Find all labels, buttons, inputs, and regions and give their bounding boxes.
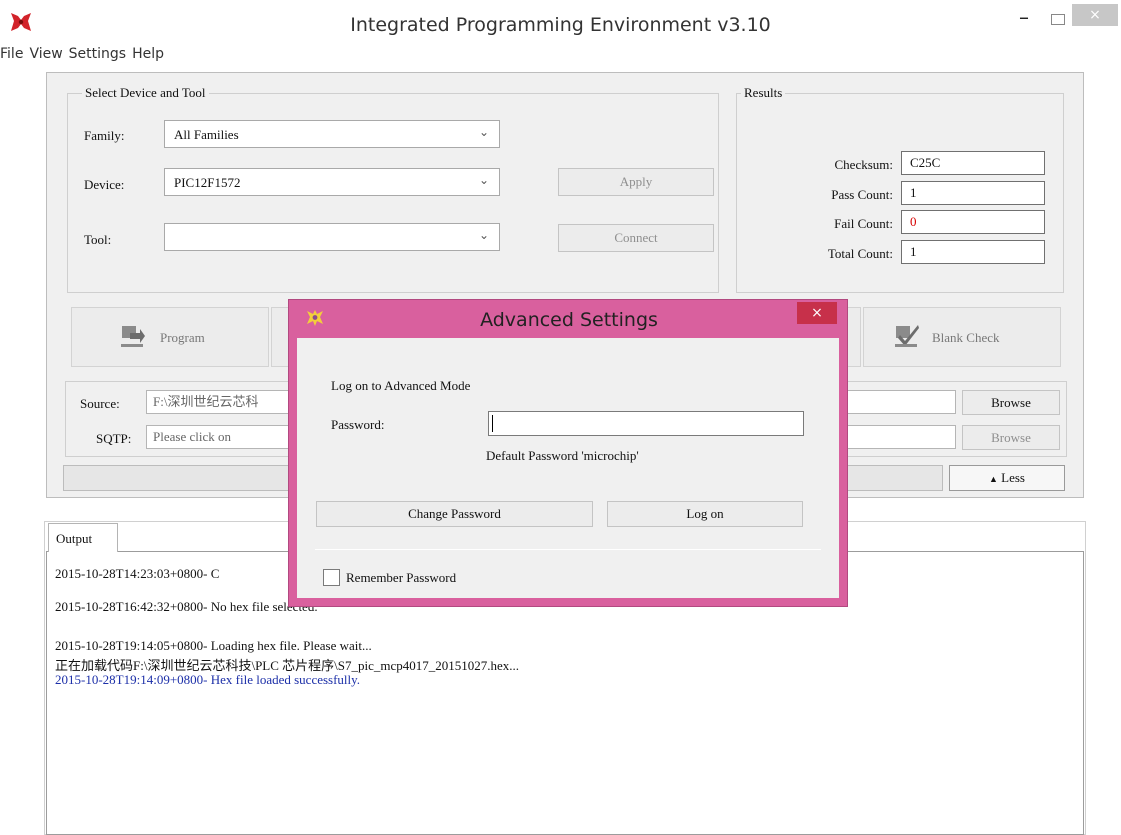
dialog-close-button[interactable]: × — [797, 302, 837, 324]
close-button[interactable]: × — [1072, 4, 1118, 26]
previous-action-button[interactable] — [847, 307, 861, 367]
chevron-down-icon: ⌄ — [478, 173, 489, 187]
menu-settings[interactable]: Settings — [67, 46, 128, 62]
results-group: Results Checksum: C25C Pass Count: 1 Fai… — [736, 85, 1064, 293]
log-line: 2015-10-28T19:14:09+0800- Hex file loade… — [55, 672, 361, 687]
fail-count-label: Fail Count: — [834, 216, 893, 231]
total-count-value: 1 — [901, 240, 1045, 264]
remember-password-label: Remember Password — [346, 570, 457, 585]
dialog-body: Log on to Advanced Mode Password: Defaul… — [297, 338, 839, 598]
pass-count-value: 1 — [901, 181, 1045, 205]
dialog-heading: Log on to Advanced Mode — [331, 378, 471, 393]
program-button[interactable]: Program — [71, 307, 269, 367]
title-bar: Integrated Programming Environment v3.10… — [0, 0, 1121, 44]
log-line: 2015-10-28T19:14:05+0800- Loading hex fi… — [55, 638, 372, 653]
dialog-separator — [315, 549, 821, 550]
device-select[interactable]: PIC12F1572 ⌄ — [164, 168, 500, 196]
advanced-settings-dialog: Advanced Settings × Log on to Advanced M… — [288, 299, 848, 607]
log-line: 2015-10-28T14:23:03+0800- C — [55, 566, 220, 581]
apply-button[interactable]: Apply — [558, 168, 714, 196]
pass-count-label: Pass Count: — [831, 187, 893, 202]
less-button[interactable]: ▲ Less — [949, 465, 1065, 491]
log-on-button[interactable]: Log on — [607, 501, 803, 527]
chevron-up-icon: ▲ — [988, 474, 998, 484]
connect-button[interactable]: Connect — [558, 224, 714, 252]
tool-label: Tool: — [84, 232, 112, 247]
source-label: Source: — [80, 396, 120, 411]
chevron-down-icon: ⌄ — [478, 125, 489, 139]
remember-password-checkbox[interactable] — [323, 569, 340, 586]
sqtp-label: SQTP: — [96, 431, 132, 446]
password-label: Password: — [331, 417, 385, 432]
window-title: Integrated Programming Environment v3.10 — [350, 14, 771, 36]
fail-count-value: 0 — [901, 210, 1045, 234]
blank-check-label: Blank Check — [932, 330, 1000, 345]
results-title: Results — [741, 85, 786, 101]
total-count-label: Total Count: — [827, 246, 893, 261]
menu-bar: File View Settings Help — [0, 46, 168, 68]
device-tool-group: Select Device and Tool Family: All Famil… — [67, 85, 719, 293]
tool-select[interactable]: ⌄ — [164, 223, 500, 251]
menu-help[interactable]: Help — [130, 46, 166, 62]
family-select[interactable]: All Families ⌄ — [164, 120, 500, 148]
change-password-button[interactable]: Change Password — [316, 501, 593, 527]
minimize-button[interactable]: – — [1010, 6, 1038, 32]
family-value: All Families — [174, 127, 239, 142]
blank-check-button[interactable]: Blank Check — [863, 307, 1061, 367]
blank-check-icon — [895, 325, 919, 347]
source-browse-button[interactable]: Browse — [962, 390, 1060, 415]
less-label: Less — [1001, 470, 1025, 485]
dialog-title: Advanced Settings — [480, 309, 658, 331]
tab-output[interactable]: Output — [48, 523, 118, 552]
chevron-down-icon: ⌄ — [478, 228, 489, 242]
maximize-button[interactable] — [1043, 6, 1071, 32]
device-tool-title: Select Device and Tool — [82, 85, 209, 101]
sqtp-browse-button[interactable]: Browse — [962, 425, 1060, 450]
device-label: Device: — [84, 177, 125, 192]
checksum-value: C25C — [901, 151, 1045, 175]
program-label: Program — [160, 330, 205, 345]
family-label: Family: — [84, 128, 125, 143]
checksum-label: Checksum: — [834, 157, 894, 172]
password-input[interactable] — [488, 411, 804, 436]
device-value: PIC12F1572 — [174, 175, 241, 190]
text-caret — [492, 415, 493, 432]
program-icon — [121, 326, 145, 347]
menu-file[interactable]: File — [0, 46, 25, 62]
default-password-hint: Default Password 'microchip' — [486, 448, 639, 463]
menu-view[interactable]: View — [27, 46, 64, 62]
log-line: 2015-10-28T16:42:32+0800- No hex file se… — [55, 599, 318, 614]
